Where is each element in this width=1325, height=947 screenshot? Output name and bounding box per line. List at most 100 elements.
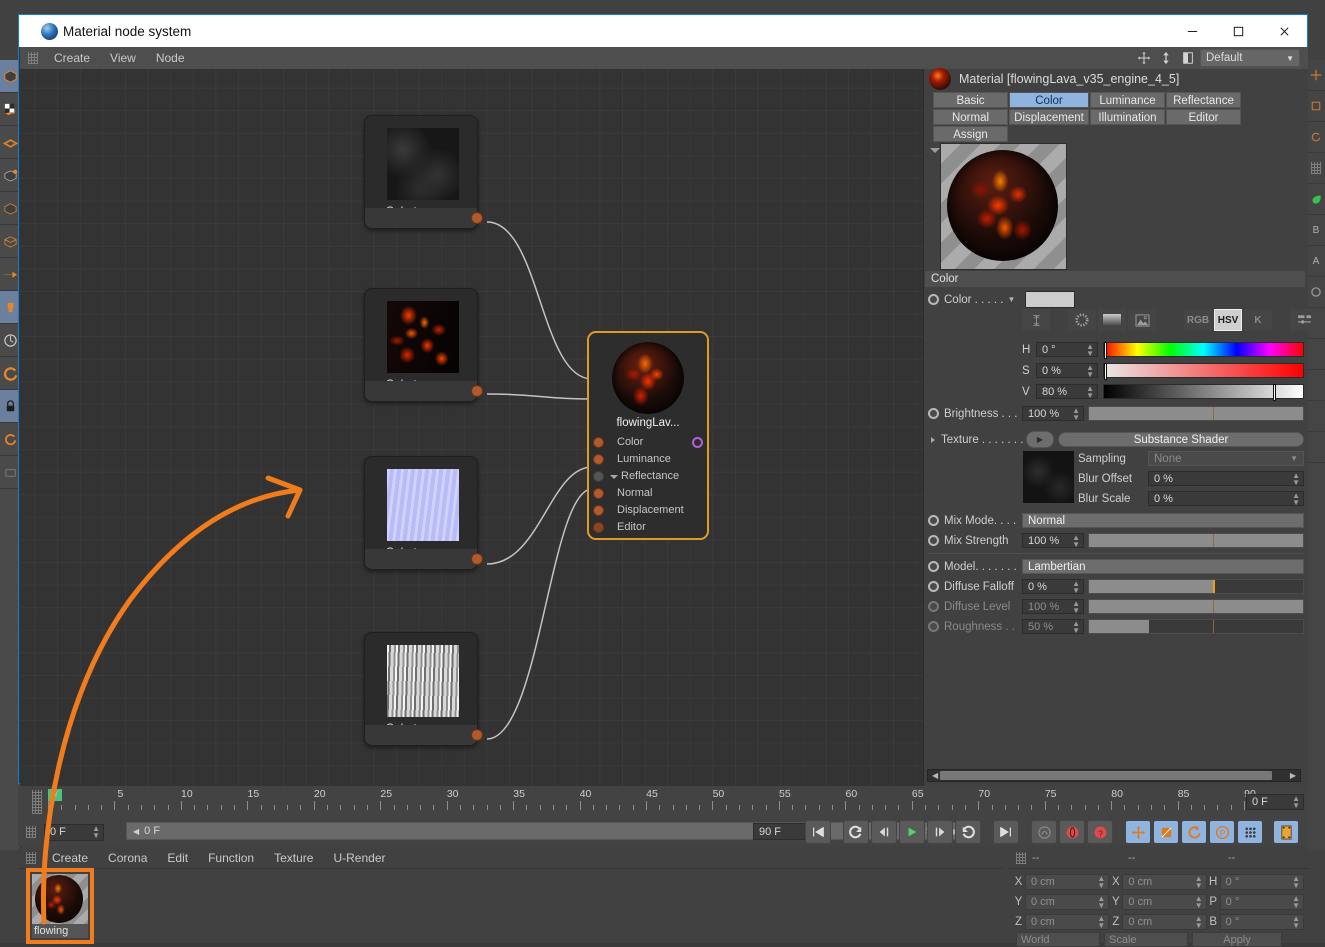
go-to-end-icon[interactable] [993,820,1019,844]
strip-assign-tab[interactable]: A [1307,246,1325,277]
roughness-radio-icon[interactable] [928,621,939,632]
stepper-icon[interactable]: ▲▼ [1195,874,1203,889]
sidebar-render-icon[interactable] [0,357,20,390]
stepper-icon[interactable]: ▲▼ [1072,579,1080,594]
sidebar-lock-icon[interactable] [0,390,20,423]
tab-normal[interactable]: Normal [933,109,1008,125]
node-material-flowinglava[interactable]: flowingLav... Color Luminance Reflectanc… [587,331,709,540]
value-gradient[interactable] [1103,384,1304,401]
rotation-h-input[interactable]: 0 ° ▲ ▼ [1219,873,1304,890]
right-icon-strip[interactable]: B A [1307,60,1325,850]
timeline-grip-icon[interactable] [32,790,42,814]
mix-mode-radio-icon[interactable] [928,515,939,526]
move-tool-icon[interactable] [1125,820,1151,844]
brightness-radio-icon[interactable] [928,408,939,419]
coord-row-y[interactable]: Y 0 cm ▲ ▼ Y 0 cm ▲ ▼ P 0 ° ▲ ▼ [1012,892,1304,911]
channel-row-normal[interactable]: Normal [589,485,707,502]
saturation-input[interactable]: 0 % ▲ ▼ [1036,363,1098,378]
diffuse-falloff-input[interactable]: 0 % ▲ ▼ [1022,579,1084,594]
stepper-icon[interactable]: ▲▼ [1195,894,1203,909]
coord-row-z[interactable]: Z 0 cm ▲ ▼ Z 0 cm ▲ ▼ B 0 ° ▲ ▼ [1012,912,1304,931]
stepper-icon[interactable]: ▲▼ [1292,914,1300,929]
sidebar-recalc-icon[interactable] [0,423,20,456]
tab-reflectance[interactable]: Reflectance [1166,92,1241,108]
rotation-b-input[interactable]: 0 ° ▲ ▼ [1219,913,1304,930]
diffuse-level-input[interactable]: 100 % ▲ ▼ [1022,599,1084,614]
channel-input-port[interactable] [593,454,604,465]
hue-row[interactable]: H 0 ° ▲ ▼ [1022,341,1304,359]
brightness-input[interactable]: 100 % ▲ ▼ [1022,406,1084,421]
blur-scale-row[interactable]: Blur Scale 0 % ▲ ▼ [1078,490,1304,507]
sidebar-camera-icon[interactable] [0,324,20,357]
preset-dropdown[interactable]: Default ▼ [1200,49,1300,67]
channel-row-luminance[interactable]: Luminance [589,451,707,468]
go-to-start-icon[interactable] [805,820,831,844]
timeline-frame-input[interactable]: 0 F ▲ ▼ [1246,794,1304,810]
channel-row-editor[interactable]: Editor [589,519,707,536]
sidebar-deformer-icon[interactable] [0,159,20,192]
points-icon[interactable] [1237,820,1263,844]
roughness-slider[interactable] [1088,619,1304,634]
step-forward-icon[interactable] [927,820,953,844]
sidebar-light-icon[interactable] [0,291,20,324]
strip-circle-icon[interactable] [1307,277,1325,308]
channel-input-port[interactable] [593,522,604,533]
stepper-icon[interactable]: ▲▼ [1292,795,1300,810]
timeline-ruler[interactable]: 051015202530354045505560657075808590 [48,788,1256,818]
blur-scale-input[interactable]: 0 % ▲ ▼ [1148,491,1304,506]
maximize-button[interactable] [1215,15,1261,47]
channel-input-port[interactable] [593,471,604,482]
color-radio-icon[interactable] [928,294,939,305]
render-icon[interactable] [1273,820,1299,844]
node-output-port[interactable] [471,212,483,224]
mix-strength-slider[interactable] [1088,533,1304,548]
strip-extra-2[interactable] [1307,339,1325,370]
stepper-icon[interactable]: ▲▼ [1086,363,1094,378]
menu-create[interactable]: Create [44,47,100,69]
prev-key-icon[interactable] [843,820,869,844]
brightness-row[interactable]: Brightness . . . 100 % ▲ ▼ [928,405,1304,422]
diffuse-level-slider[interactable] [1088,599,1304,614]
blur-offset-row[interactable]: Blur Offset 0 % ▲ ▼ [1078,470,1304,487]
attr-tabs[interactable]: Basic Color Luminance Reflectance Normal… [925,92,1307,143]
tab-displacement[interactable]: Displacement [1009,109,1089,125]
sliders-icon[interactable] [1290,309,1318,331]
diffuse-falloff-row[interactable]: Diffuse Falloff 0 % ▲ ▼ [928,578,1304,595]
next-key-icon[interactable] [955,820,981,844]
saturation-gradient[interactable] [1103,363,1304,380]
matman-grip-icon[interactable] [26,852,36,864]
hue-input[interactable]: 0 ° ▲ ▼ [1036,342,1098,357]
node-output-port[interactable] [471,553,483,565]
strip-leaf-icon[interactable] [1307,184,1325,215]
stepper-icon[interactable]: ▲▼ [1097,894,1105,909]
stepper-icon[interactable]: ▲▼ [1072,406,1080,421]
strip-extra-5[interactable] [1307,432,1325,463]
strip-extra-3[interactable] [1307,370,1325,401]
sidebar-plugin-icon[interactable] [0,456,20,489]
channel-row-color[interactable]: Color [589,434,707,451]
matmenu-texture[interactable]: Texture [264,847,323,869]
diffuse-falloff-slider[interactable] [1088,579,1304,594]
sidebar-cube-icon[interactable] [0,60,20,93]
node-substance-diffuse[interactable]: Substance ... [364,115,483,229]
node-output-port[interactable] [471,385,483,397]
tab-color[interactable]: Color [1009,92,1089,108]
color-row[interactable]: Color . . . . . ▼ [928,291,1028,308]
color-swatch[interactable] [1025,291,1075,308]
position-y-input[interactable]: 0 cm ▲ ▼ [1025,893,1110,910]
scrollbar-thumb[interactable] [940,771,1272,780]
eyedropper-icon[interactable] [1022,309,1050,331]
mix-strength-row[interactable]: Mix Strength 100 % ▲ ▼ [928,532,1304,549]
transport-buttons[interactable]: ? P [804,820,1300,844]
tab-editor[interactable]: Editor [1166,109,1241,125]
stepper-icon[interactable]: ▲▼ [1097,914,1105,929]
stepper-icon[interactable]: ▲▼ [1195,914,1203,929]
strip-basic-tab[interactable]: B [1307,215,1325,246]
color-wheel-icon[interactable] [1068,309,1096,331]
channel-input-port[interactable] [593,505,604,516]
record-autokey-icon[interactable] [1031,820,1057,844]
sidebar-arrow-icon[interactable] [0,258,20,291]
menu-node[interactable]: Node [146,47,195,69]
value-row[interactable]: V 80 % ▲ ▼ [1022,383,1304,401]
node-substance-lava[interactable]: Substance ... [364,288,483,402]
